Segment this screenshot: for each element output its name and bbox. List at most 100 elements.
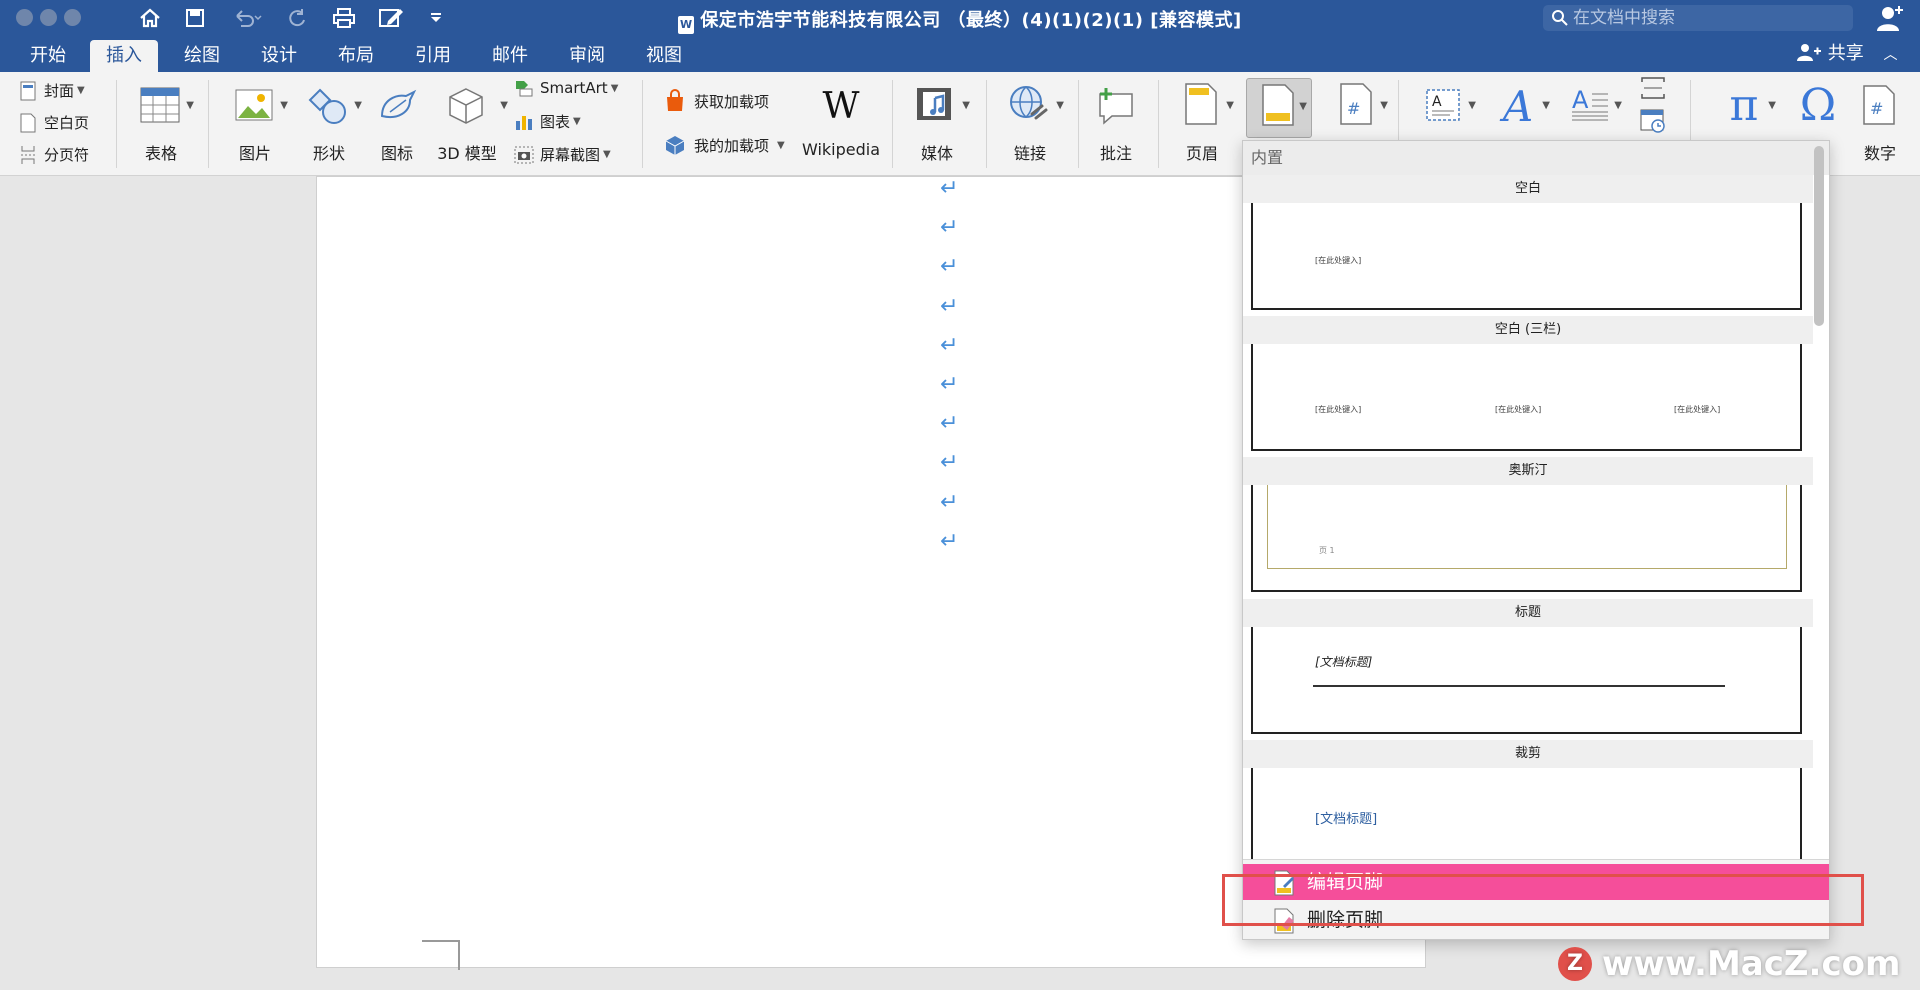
- chevron-down-icon: ▼: [354, 100, 362, 111]
- paragraph-mark: ↵: [940, 450, 959, 475]
- chevron-down-icon: ▼: [280, 100, 288, 111]
- chevron-down-icon: ▼: [610, 82, 619, 94]
- chevron-down-icon: ▼: [1056, 100, 1064, 111]
- camera-icon: [514, 145, 534, 165]
- object-frame-icon: [1641, 77, 1665, 99]
- footer-option-austin[interactable]: 页 1: [1251, 485, 1802, 592]
- footer-option-blank-three-column[interactable]: [在此处键入] [在此处键入] [在此处键入]: [1251, 344, 1802, 451]
- page-break-icon: [18, 145, 38, 165]
- number-button[interactable]: # 数字: [1848, 80, 1912, 170]
- smartart-button[interactable]: SmartArt ▼: [514, 78, 618, 98]
- search-input[interactable]: 在文档中搜索: [1543, 5, 1853, 31]
- 3d-model-button[interactable]: ▼ 3D 模型: [432, 80, 508, 170]
- tab-mailings[interactable]: 邮件: [476, 40, 544, 72]
- gallery-section-header: 内置: [1243, 141, 1829, 175]
- footer-option-title[interactable]: [文档标题]: [1251, 627, 1802, 734]
- svg-text:A: A: [1572, 86, 1589, 114]
- tab-view[interactable]: 视图: [630, 40, 698, 72]
- page-break-button[interactable]: 分页符: [18, 144, 89, 165]
- picture-button[interactable]: ▼ 图片: [222, 80, 288, 170]
- paragraph-mark: ↵: [940, 254, 959, 279]
- search-icon: [1551, 9, 1569, 35]
- picture-icon: [235, 89, 273, 121]
- tab-references[interactable]: 引用: [399, 40, 467, 72]
- footer-gallery: 空白 [在此处键入] 空白 (三栏) [在此处键入] [在此处键入] [在此处键…: [1243, 175, 1819, 939]
- callout-highlight-box: [1222, 874, 1864, 926]
- omega-icon: Ω: [1799, 80, 1837, 131]
- blank-page-icon: [18, 113, 38, 133]
- svg-text:#: #: [1870, 99, 1883, 118]
- cover-page-button[interactable]: 封面 ▼: [18, 80, 85, 101]
- footer-page-icon: [1262, 84, 1294, 126]
- get-addins-button[interactable]: 获取加载项: [662, 88, 769, 114]
- tab-layout[interactable]: 布局: [322, 40, 390, 72]
- smartart-icon: [514, 78, 534, 98]
- drop-cap-button[interactable]: A ▼: [1562, 80, 1622, 140]
- page-number-button[interactable]: # ▼: [1326, 80, 1388, 140]
- comment-add-icon: [1099, 88, 1133, 125]
- paragraph-mark: ↵: [940, 215, 959, 240]
- account-icon[interactable]: [1875, 4, 1905, 36]
- tab-review[interactable]: 审阅: [553, 40, 621, 72]
- comment-button[interactable]: 批注: [1086, 80, 1146, 170]
- my-addins-button[interactable]: 我的加载项 ▼: [662, 132, 785, 158]
- pi-icon: π: [1729, 80, 1759, 131]
- chart-button[interactable]: 图表 ▼: [514, 111, 581, 132]
- share-button[interactable]: 共享 ︿: [1796, 40, 1897, 69]
- chevron-down-icon: ▼: [1468, 100, 1476, 111]
- shapes-icon: [308, 88, 346, 124]
- shapes-button[interactable]: ▼ 形状: [296, 80, 362, 170]
- chevron-down-icon: ▼: [573, 116, 581, 127]
- collapse-ribbon-icon[interactable]: ︿: [1883, 47, 1897, 63]
- number-icon: #: [1863, 85, 1895, 125]
- tab-draw[interactable]: 绘图: [168, 40, 236, 72]
- placeholder-text: [在此处键入]: [1495, 405, 1542, 414]
- symbol-button[interactable]: Ω: [1790, 80, 1846, 140]
- header-page-icon: [1185, 83, 1217, 125]
- cube-icon: [449, 88, 483, 124]
- media-button[interactable]: ▼ 媒体: [904, 80, 970, 170]
- paragraph-mark: ↵: [940, 490, 959, 515]
- bar-chart-icon: [514, 112, 534, 132]
- wordart-button[interactable]: A ▼: [1490, 80, 1550, 140]
- link-button[interactable]: ▼ 链接: [998, 80, 1064, 170]
- chevron-down-icon: ▼: [1299, 101, 1307, 112]
- search-placeholder: 在文档中搜索: [1573, 8, 1675, 28]
- blank-page-button[interactable]: 空白页: [18, 112, 89, 133]
- ribbon-tab-bar: 开始 插入 绘图 设计 布局 引用 邮件 审阅 视图: [0, 36, 1920, 72]
- addin-cube-icon: [662, 132, 688, 158]
- icons-button[interactable]: 图标: [372, 80, 422, 170]
- equation-button[interactable]: π ▼: [1712, 80, 1776, 140]
- table-icon: [140, 87, 180, 123]
- chevron-down-icon: ▼: [186, 100, 194, 111]
- gallery-item-title: 空白: [1243, 175, 1813, 203]
- chevron-down-icon: ▼: [1226, 100, 1234, 111]
- title-bar: W 保定市浩宇节能科技有限公司 （最终）(4)(1)(2)(1) [兼容模式] 在…: [0, 0, 1920, 36]
- footer-dropdown: 内置 空白 [在此处键入] 空白 (三栏) [在此处键入] [在此处键入] [在…: [1242, 140, 1830, 940]
- footer-button[interactable]: ▼: [1246, 78, 1312, 138]
- screenshot-button[interactable]: 屏幕截图 ▼: [514, 144, 611, 165]
- tab-design[interactable]: 设计: [245, 40, 313, 72]
- chevron-down-icon: ▼: [1542, 100, 1550, 111]
- header-button[interactable]: ▼ 页眉: [1170, 80, 1234, 170]
- chevron-down-icon: ▼: [1768, 100, 1776, 111]
- watermark: Z www.MacZ.com: [1558, 944, 1900, 984]
- table-button[interactable]: ▼ 表格: [128, 80, 194, 170]
- footer-option-blank[interactable]: [在此处键入]: [1251, 203, 1802, 310]
- gallery-item-title: 奥斯汀: [1243, 457, 1813, 485]
- gallery-scrollbar[interactable]: [1814, 146, 1824, 326]
- footer-rule: [1313, 685, 1725, 687]
- paragraph-mark: ↵: [940, 176, 959, 201]
- wikipedia-button[interactable]: W Wikipedia: [800, 80, 882, 170]
- text-box-button[interactable]: A ▼: [1416, 80, 1476, 140]
- page-number-icon: #: [1340, 83, 1372, 125]
- chevron-down-icon: ▼: [603, 149, 611, 160]
- tab-insert[interactable]: 插入: [90, 40, 158, 72]
- object-date-buttons[interactable]: [1636, 76, 1670, 140]
- tab-home[interactable]: 开始: [14, 40, 82, 72]
- page-number-placeholder: 页 1: [1319, 546, 1335, 555]
- document-title-placeholder: [文档标题]: [1315, 655, 1373, 669]
- macz-logo-icon: Z: [1558, 947, 1592, 981]
- placeholder-text: [在此处键入]: [1315, 405, 1362, 414]
- paragraph-mark: ↵: [940, 294, 959, 319]
